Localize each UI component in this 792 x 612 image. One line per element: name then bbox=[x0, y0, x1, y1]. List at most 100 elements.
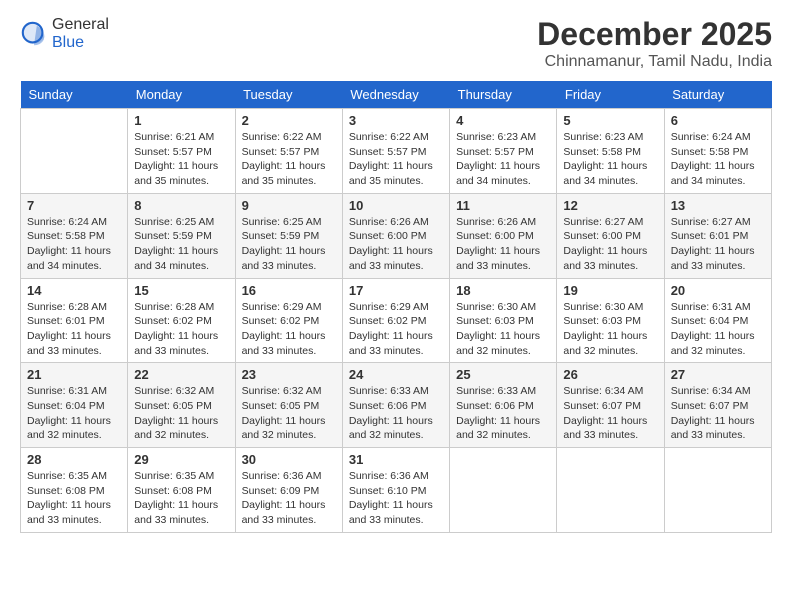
day-info: Sunrise: 6:27 AM Sunset: 6:01 PM Dayligh… bbox=[671, 215, 765, 274]
day-number: 8 bbox=[134, 198, 228, 213]
calendar-cell: 17Sunrise: 6:29 AM Sunset: 6:02 PM Dayli… bbox=[342, 278, 449, 363]
calendar-cell bbox=[664, 448, 771, 533]
month-title: December 2025 bbox=[537, 16, 772, 53]
calendar-cell: 1Sunrise: 6:21 AM Sunset: 5:57 PM Daylig… bbox=[128, 109, 235, 194]
weekday-header-tuesday: Tuesday bbox=[235, 81, 342, 109]
weekday-header-row: SundayMondayTuesdayWednesdayThursdayFrid… bbox=[21, 81, 772, 109]
calendar-cell: 27 Sunrise: 6:34 AM Sunset: 6:07 PM Dayli… bbox=[664, 363, 771, 448]
calendar-cell: 2 Sunrise: 6:22 AM Sunset: 5:57 PM Daylig… bbox=[235, 109, 342, 194]
calendar-cell: 13 Sunrise: 6:27 AM Sunset: 6:01 PM Dayli… bbox=[664, 193, 771, 278]
day-number: 15 bbox=[134, 283, 228, 298]
day-info: Sunrise: 6:34 AM Sunset: 6:07 PM Dayligh… bbox=[563, 384, 657, 443]
weekday-header-monday: Monday bbox=[128, 81, 235, 109]
day-info: Sunrise: 6:22 AM Sunset: 5:57 PM Dayligh… bbox=[349, 130, 443, 189]
weekday-header-saturday: Saturday bbox=[664, 81, 771, 109]
calendar-cell: 15 Sunrise: 6:28 AM Sunset: 6:02 PM Dayli… bbox=[128, 278, 235, 363]
calendar-cell: 7 Sunrise: 6:24 AM Sunset: 5:58 PM Daylig… bbox=[21, 193, 128, 278]
day-number: 4 bbox=[456, 113, 550, 128]
page-header: General Blue December 2025 Chinnamanur, … bbox=[20, 16, 772, 71]
day-info: Sunrise: 6:33 AM Sunset: 6:06 PM Dayligh… bbox=[456, 384, 550, 443]
day-number: 16 bbox=[242, 283, 336, 298]
calendar-cell bbox=[450, 448, 557, 533]
calendar-cell: 4Sunrise: 6:23 AM Sunset: 5:57 PM Daylig… bbox=[450, 109, 557, 194]
calendar-cell: 3 Sunrise: 6:22 AM Sunset: 5:57 PM Daylig… bbox=[342, 109, 449, 194]
day-number: 30 bbox=[242, 452, 336, 467]
day-info: Sunrise: 6:32 AM Sunset: 6:05 PM Dayligh… bbox=[242, 384, 336, 443]
calendar-cell: 20 Sunrise: 6:31 AM Sunset: 6:04 PM Dayli… bbox=[664, 278, 771, 363]
calendar-table: SundayMondayTuesdayWednesdayThursdayFrid… bbox=[20, 81, 772, 533]
day-number: 12 bbox=[563, 198, 657, 213]
day-info: Sunrise: 6:35 AM Sunset: 6:08 PM Dayligh… bbox=[27, 469, 121, 528]
day-info: Sunrise: 6:30 AM Sunset: 6:03 PM Dayligh… bbox=[563, 300, 657, 359]
day-number: 14 bbox=[27, 283, 121, 298]
calendar-cell: 29 Sunrise: 6:35 AM Sunset: 6:08 PM Dayli… bbox=[128, 448, 235, 533]
calendar-cell bbox=[557, 448, 664, 533]
location: Chinnamanur, Tamil Nadu, India bbox=[537, 53, 772, 71]
calendar-cell: 10Sunrise: 6:26 AM Sunset: 6:00 PM Dayli… bbox=[342, 193, 449, 278]
calendar-cell: 11Sunrise: 6:26 AM Sunset: 6:00 PM Dayli… bbox=[450, 193, 557, 278]
calendar-cell: 9Sunrise: 6:25 AM Sunset: 5:59 PM Daylig… bbox=[235, 193, 342, 278]
day-number: 6 bbox=[671, 113, 765, 128]
day-info: Sunrise: 6:29 AM Sunset: 6:02 PM Dayligh… bbox=[242, 300, 336, 359]
weekday-header-sunday: Sunday bbox=[21, 81, 128, 109]
calendar-cell: 5Sunrise: 6:23 AM Sunset: 5:58 PM Daylig… bbox=[557, 109, 664, 194]
day-info: Sunrise: 6:21 AM Sunset: 5:57 PM Dayligh… bbox=[134, 130, 228, 189]
logo-general: General bbox=[52, 16, 109, 33]
day-info: Sunrise: 6:25 AM Sunset: 5:59 PM Dayligh… bbox=[134, 215, 228, 274]
calendar-cell: 23Sunrise: 6:32 AM Sunset: 6:05 PM Dayli… bbox=[235, 363, 342, 448]
calendar-week-5: 28Sunrise: 6:35 AM Sunset: 6:08 PM Dayli… bbox=[21, 448, 772, 533]
day-number: 2 bbox=[242, 113, 336, 128]
logo-icon bbox=[20, 20, 48, 48]
day-number: 10 bbox=[349, 198, 443, 213]
day-number: 27 bbox=[671, 367, 765, 382]
weekday-header-wednesday: Wednesday bbox=[342, 81, 449, 109]
day-info: Sunrise: 6:31 AM Sunset: 6:04 PM Dayligh… bbox=[27, 384, 121, 443]
calendar-cell: 26 Sunrise: 6:34 AM Sunset: 6:07 PM Dayli… bbox=[557, 363, 664, 448]
day-number: 21 bbox=[27, 367, 121, 382]
calendar-cell: 14 Sunrise: 6:28 AM Sunset: 6:01 PM Dayli… bbox=[21, 278, 128, 363]
day-info: Sunrise: 6:31 AM Sunset: 6:04 PM Dayligh… bbox=[671, 300, 765, 359]
logo-text: General Blue bbox=[52, 16, 109, 52]
calendar-cell: 21 Sunrise: 6:31 AM Sunset: 6:04 PM Dayli… bbox=[21, 363, 128, 448]
day-number: 22 bbox=[134, 367, 228, 382]
day-info: Sunrise: 6:28 AM Sunset: 6:02 PM Dayligh… bbox=[134, 300, 228, 359]
day-number: 31 bbox=[349, 452, 443, 467]
calendar-cell: 6Sunrise: 6:24 AM Sunset: 5:58 PM Daylig… bbox=[664, 109, 771, 194]
day-info: Sunrise: 6:27 AM Sunset: 6:00 PM Dayligh… bbox=[563, 215, 657, 274]
day-number: 19 bbox=[563, 283, 657, 298]
day-number: 26 bbox=[563, 367, 657, 382]
calendar-week-4: 21 Sunrise: 6:31 AM Sunset: 6:04 PM Dayli… bbox=[21, 363, 772, 448]
logo: General Blue bbox=[20, 16, 109, 52]
calendar-cell: 16 Sunrise: 6:29 AM Sunset: 6:02 PM Dayli… bbox=[235, 278, 342, 363]
calendar-cell: 8 Sunrise: 6:25 AM Sunset: 5:59 PM Daylig… bbox=[128, 193, 235, 278]
day-info: Sunrise: 6:35 AM Sunset: 6:08 PM Dayligh… bbox=[134, 469, 228, 528]
calendar-cell: 30 Sunrise: 6:36 AM Sunset: 6:09 PM Dayli… bbox=[235, 448, 342, 533]
logo-blue: Blue bbox=[52, 34, 84, 51]
weekday-header-thursday: Thursday bbox=[450, 81, 557, 109]
day-info: Sunrise: 6:24 AM Sunset: 5:58 PM Dayligh… bbox=[27, 215, 121, 274]
calendar-cell: 12 Sunrise: 6:27 AM Sunset: 6:00 PM Dayli… bbox=[557, 193, 664, 278]
calendar-week-2: 7 Sunrise: 6:24 AM Sunset: 5:58 PM Daylig… bbox=[21, 193, 772, 278]
day-number: 24 bbox=[349, 367, 443, 382]
calendar-cell: 28Sunrise: 6:35 AM Sunset: 6:08 PM Dayli… bbox=[21, 448, 128, 533]
calendar-cell: 25 Sunrise: 6:33 AM Sunset: 6:06 PM Dayli… bbox=[450, 363, 557, 448]
day-info: Sunrise: 6:28 AM Sunset: 6:01 PM Dayligh… bbox=[27, 300, 121, 359]
day-info: Sunrise: 6:32 AM Sunset: 6:05 PM Dayligh… bbox=[134, 384, 228, 443]
day-info: Sunrise: 6:34 AM Sunset: 6:07 PM Dayligh… bbox=[671, 384, 765, 443]
day-info: Sunrise: 6:33 AM Sunset: 6:06 PM Dayligh… bbox=[349, 384, 443, 443]
day-number: 25 bbox=[456, 367, 550, 382]
day-info: Sunrise: 6:22 AM Sunset: 5:57 PM Dayligh… bbox=[242, 130, 336, 189]
day-info: Sunrise: 6:36 AM Sunset: 6:09 PM Dayligh… bbox=[242, 469, 336, 528]
day-info: Sunrise: 6:25 AM Sunset: 5:59 PM Dayligh… bbox=[242, 215, 336, 274]
day-number: 3 bbox=[349, 113, 443, 128]
day-number: 7 bbox=[27, 198, 121, 213]
day-info: Sunrise: 6:26 AM Sunset: 6:00 PM Dayligh… bbox=[456, 215, 550, 274]
day-number: 20 bbox=[671, 283, 765, 298]
title-block: December 2025 Chinnamanur, Tamil Nadu, I… bbox=[537, 16, 772, 71]
day-number: 29 bbox=[134, 452, 228, 467]
day-info: Sunrise: 6:36 AM Sunset: 6:10 PM Dayligh… bbox=[349, 469, 443, 528]
day-number: 18 bbox=[456, 283, 550, 298]
day-number: 13 bbox=[671, 198, 765, 213]
calendar-cell: 31 Sunrise: 6:36 AM Sunset: 6:10 PM Dayli… bbox=[342, 448, 449, 533]
calendar-week-3: 14 Sunrise: 6:28 AM Sunset: 6:01 PM Dayli… bbox=[21, 278, 772, 363]
